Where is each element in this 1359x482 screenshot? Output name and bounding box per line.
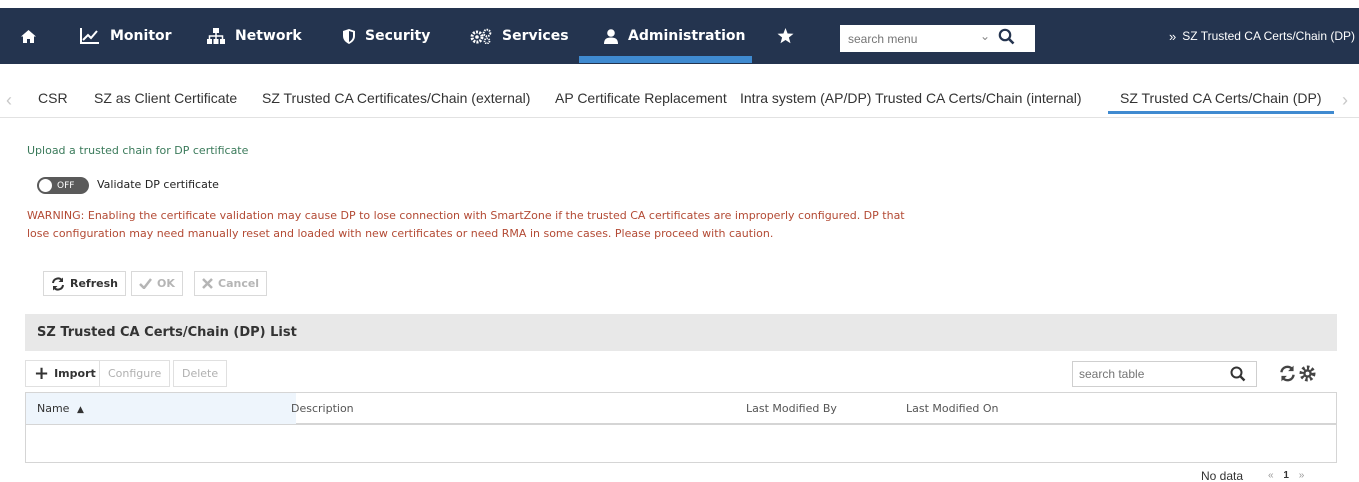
active-nav-indicator xyxy=(579,56,752,63)
page-number[interactable]: 1 xyxy=(1283,470,1289,481)
warning-line-2: lose configuration may need manually res… xyxy=(27,227,774,240)
column-header-description[interactable]: Description xyxy=(291,402,354,415)
cancel-button[interactable]: Cancel xyxy=(194,271,268,296)
pager: « 1 » xyxy=(1268,470,1304,481)
tab-ap-certificate-replacement[interactable]: AP Certificate Replacement xyxy=(555,82,727,114)
search-icon[interactable] xyxy=(1230,366,1246,382)
cancel-label: Cancel xyxy=(218,277,260,290)
double-chevron-right-icon: » xyxy=(1169,28,1177,44)
column-header-last-modified-on[interactable]: Last Modified On xyxy=(906,402,998,415)
gear-icon[interactable] xyxy=(1299,365,1316,382)
tab-sz-trusted-ca-external[interactable]: SZ Trusted CA Certificates/Chain (extern… xyxy=(262,82,530,114)
section-title: Upload a trusted chain for DP certificat… xyxy=(27,144,249,157)
certificate-tabs: ‹ CSR SZ as Client Certificate SZ Truste… xyxy=(0,82,1359,118)
nav-network-label: Network xyxy=(235,28,302,44)
nav-security-label: Security xyxy=(365,28,431,44)
warning-message: WARNING: Enabling the certificate valida… xyxy=(27,207,907,243)
close-icon xyxy=(202,278,213,289)
nav-network[interactable]: Network xyxy=(207,8,302,64)
nav-services-label: Services xyxy=(502,28,569,44)
shield-icon xyxy=(343,28,355,44)
validate-dp-toggle[interactable]: OFF xyxy=(37,177,89,194)
favorites-star-icon[interactable] xyxy=(777,8,804,64)
search-table[interactable] xyxy=(1072,361,1257,387)
tab-intra-system-internal[interactable]: Intra system (AP/DP) Trusted CA Certs/Ch… xyxy=(740,82,1082,114)
configure-button[interactable]: Configure xyxy=(99,360,171,387)
plus-icon: + xyxy=(34,363,50,384)
list-title: SZ Trusted CA Certs/Chain (DP) List xyxy=(25,314,1337,351)
ok-label: OK xyxy=(157,277,175,290)
gears-icon xyxy=(470,28,492,44)
column-header-name[interactable]: Name ▲ xyxy=(37,402,84,415)
sitemap-icon xyxy=(207,28,225,44)
search-menu[interactable]: ⌄ xyxy=(840,25,1035,52)
tab-sz-trusted-ca-dp[interactable]: SZ Trusted CA Certs/Chain (DP) xyxy=(1108,82,1334,114)
no-data-text: No data xyxy=(1201,469,1244,482)
delete-button[interactable]: Delete xyxy=(173,360,228,387)
scroll-left-icon[interactable]: ‹ xyxy=(6,90,12,111)
search-menu-input[interactable] xyxy=(848,31,968,46)
scroll-right-icon[interactable]: › xyxy=(1342,90,1348,111)
toggle-knob xyxy=(39,179,52,192)
refresh-button[interactable]: Refresh xyxy=(43,271,126,296)
ok-button[interactable]: OK xyxy=(131,271,183,296)
table-body xyxy=(25,425,1337,463)
import-button[interactable]: + Import xyxy=(25,360,105,387)
refresh-label: Refresh xyxy=(70,277,118,290)
home-icon[interactable] xyxy=(21,8,46,64)
nav-security[interactable]: Security xyxy=(343,8,430,64)
refresh-table-icon[interactable] xyxy=(1279,365,1296,382)
breadcrumb-current: SZ Trusted CA Certs/Chain (DP) xyxy=(1182,29,1355,43)
tab-csr[interactable]: CSR xyxy=(38,82,68,114)
top-nav-bar: Monitor Network Security Services Admini… xyxy=(0,8,1359,64)
chevron-down-icon[interactable]: ⌄ xyxy=(980,29,990,43)
chart-line-icon xyxy=(80,28,99,44)
nav-monitor[interactable]: Monitor xyxy=(80,8,172,64)
import-label: Import xyxy=(54,367,96,380)
table-header: Name ▲ Description Last Modified By Last… xyxy=(25,392,1337,425)
nav-administration-label: Administration xyxy=(628,28,746,44)
breadcrumb: » SZ Trusted CA Certs/Chain (DP) xyxy=(1169,8,1355,64)
validate-dp-label: Validate DP certificate xyxy=(97,178,219,191)
search-table-input[interactable] xyxy=(1079,367,1219,381)
last-page-icon[interactable]: » xyxy=(1299,470,1305,481)
search-icon[interactable] xyxy=(998,28,1015,45)
refresh-icon xyxy=(52,276,64,291)
check-icon xyxy=(139,278,152,289)
nav-services[interactable]: Services xyxy=(470,8,569,64)
sort-asc-icon: ▲ xyxy=(76,405,84,415)
column-header-last-modified-by[interactable]: Last Modified By xyxy=(746,402,837,415)
toggle-state: OFF xyxy=(57,180,75,191)
user-icon xyxy=(604,28,618,44)
warning-line-1: WARNING: Enabling the certificate valida… xyxy=(27,209,905,222)
tab-sz-as-client-certificate[interactable]: SZ as Client Certificate xyxy=(94,82,237,114)
first-page-icon[interactable]: « xyxy=(1268,470,1274,481)
nav-monitor-label: Monitor xyxy=(110,28,172,44)
